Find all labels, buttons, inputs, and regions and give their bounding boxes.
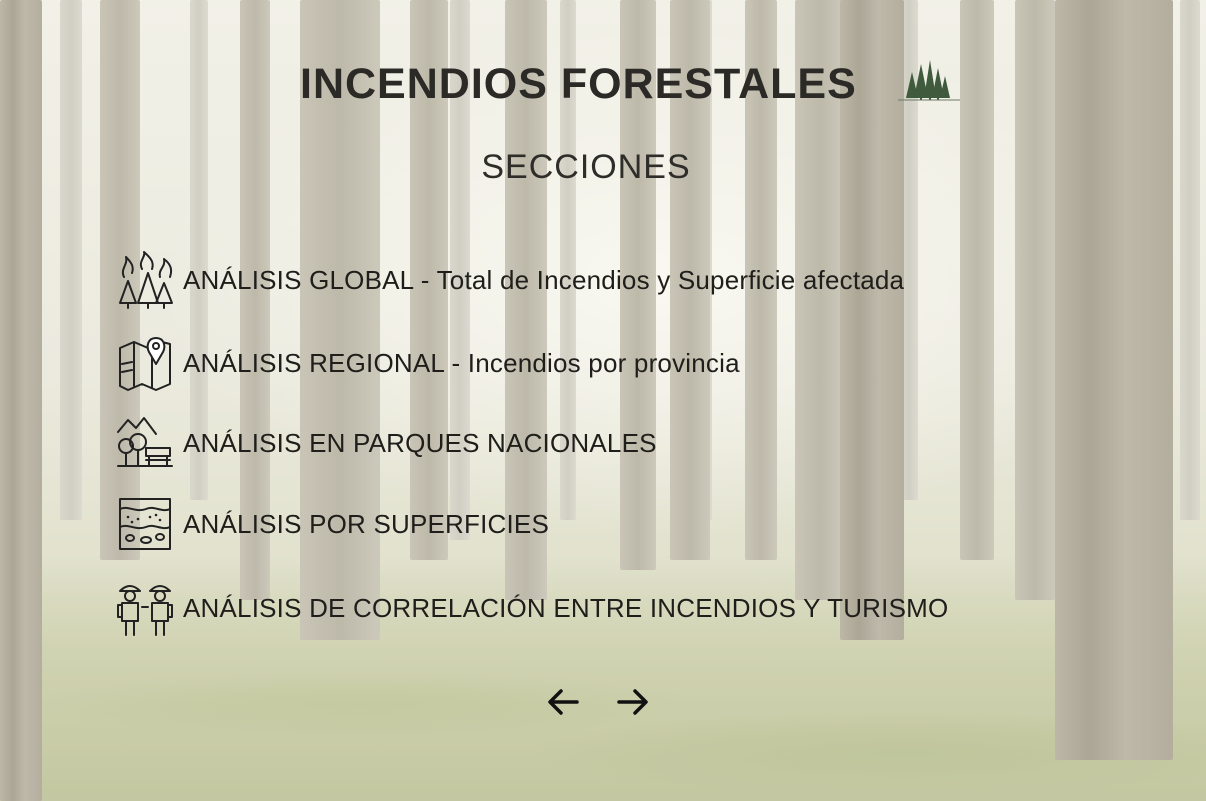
menu-item-label: ANÁLISIS GLOBAL - Total de Incendios y S… [183, 264, 905, 295]
previous-button[interactable] [540, 684, 586, 720]
menu-item-label: ANÁLISIS POR SUPERFICIES [183, 508, 550, 539]
arrow-right-icon [617, 689, 648, 715]
pine-trees-icon [894, 58, 962, 102]
soil-layers-icon [116, 495, 174, 553]
next-button[interactable] [610, 684, 656, 720]
menu-item-label: ANÁLISIS REGIONAL - Incendios por provin… [183, 347, 740, 378]
tourists-icon [116, 579, 174, 637]
menu-item-label: ANÁLISIS EN PARQUES NACIONALES [183, 427, 657, 458]
forest-background [0, 0, 1206, 801]
sections-heading: SECCIONES [481, 148, 691, 186]
menu-item-tourism-correlation-analysis[interactable]: ANÁLISIS DE CORRELACIÓN ENTRE INCENDIOS … [116, 578, 948, 638]
menu-item-label: ANÁLISIS DE CORRELACIÓN ENTRE INCENDIOS … [183, 592, 949, 623]
forest-fire-icon [116, 251, 174, 309]
pagination-nav [540, 684, 660, 720]
page-title: INCENDIOS FORESTALES [300, 60, 857, 108]
menu-item-global-analysis[interactable]: ANÁLISIS GLOBAL - Total de Incendios y S… [116, 250, 904, 310]
menu-item-surfaces-analysis[interactable]: ANÁLISIS POR SUPERFICIES [116, 494, 549, 554]
menu-item-regional-analysis[interactable]: ANÁLISIS REGIONAL - Incendios por provin… [116, 333, 740, 393]
header: INCENDIOS FORESTALES [0, 58, 1206, 114]
national-park-icon [116, 414, 174, 472]
arrow-left-icon [548, 689, 579, 715]
map-pin-icon [116, 334, 174, 392]
menu-item-national-parks-analysis[interactable]: ANÁLISIS EN PARQUES NACIONALES [116, 413, 657, 473]
